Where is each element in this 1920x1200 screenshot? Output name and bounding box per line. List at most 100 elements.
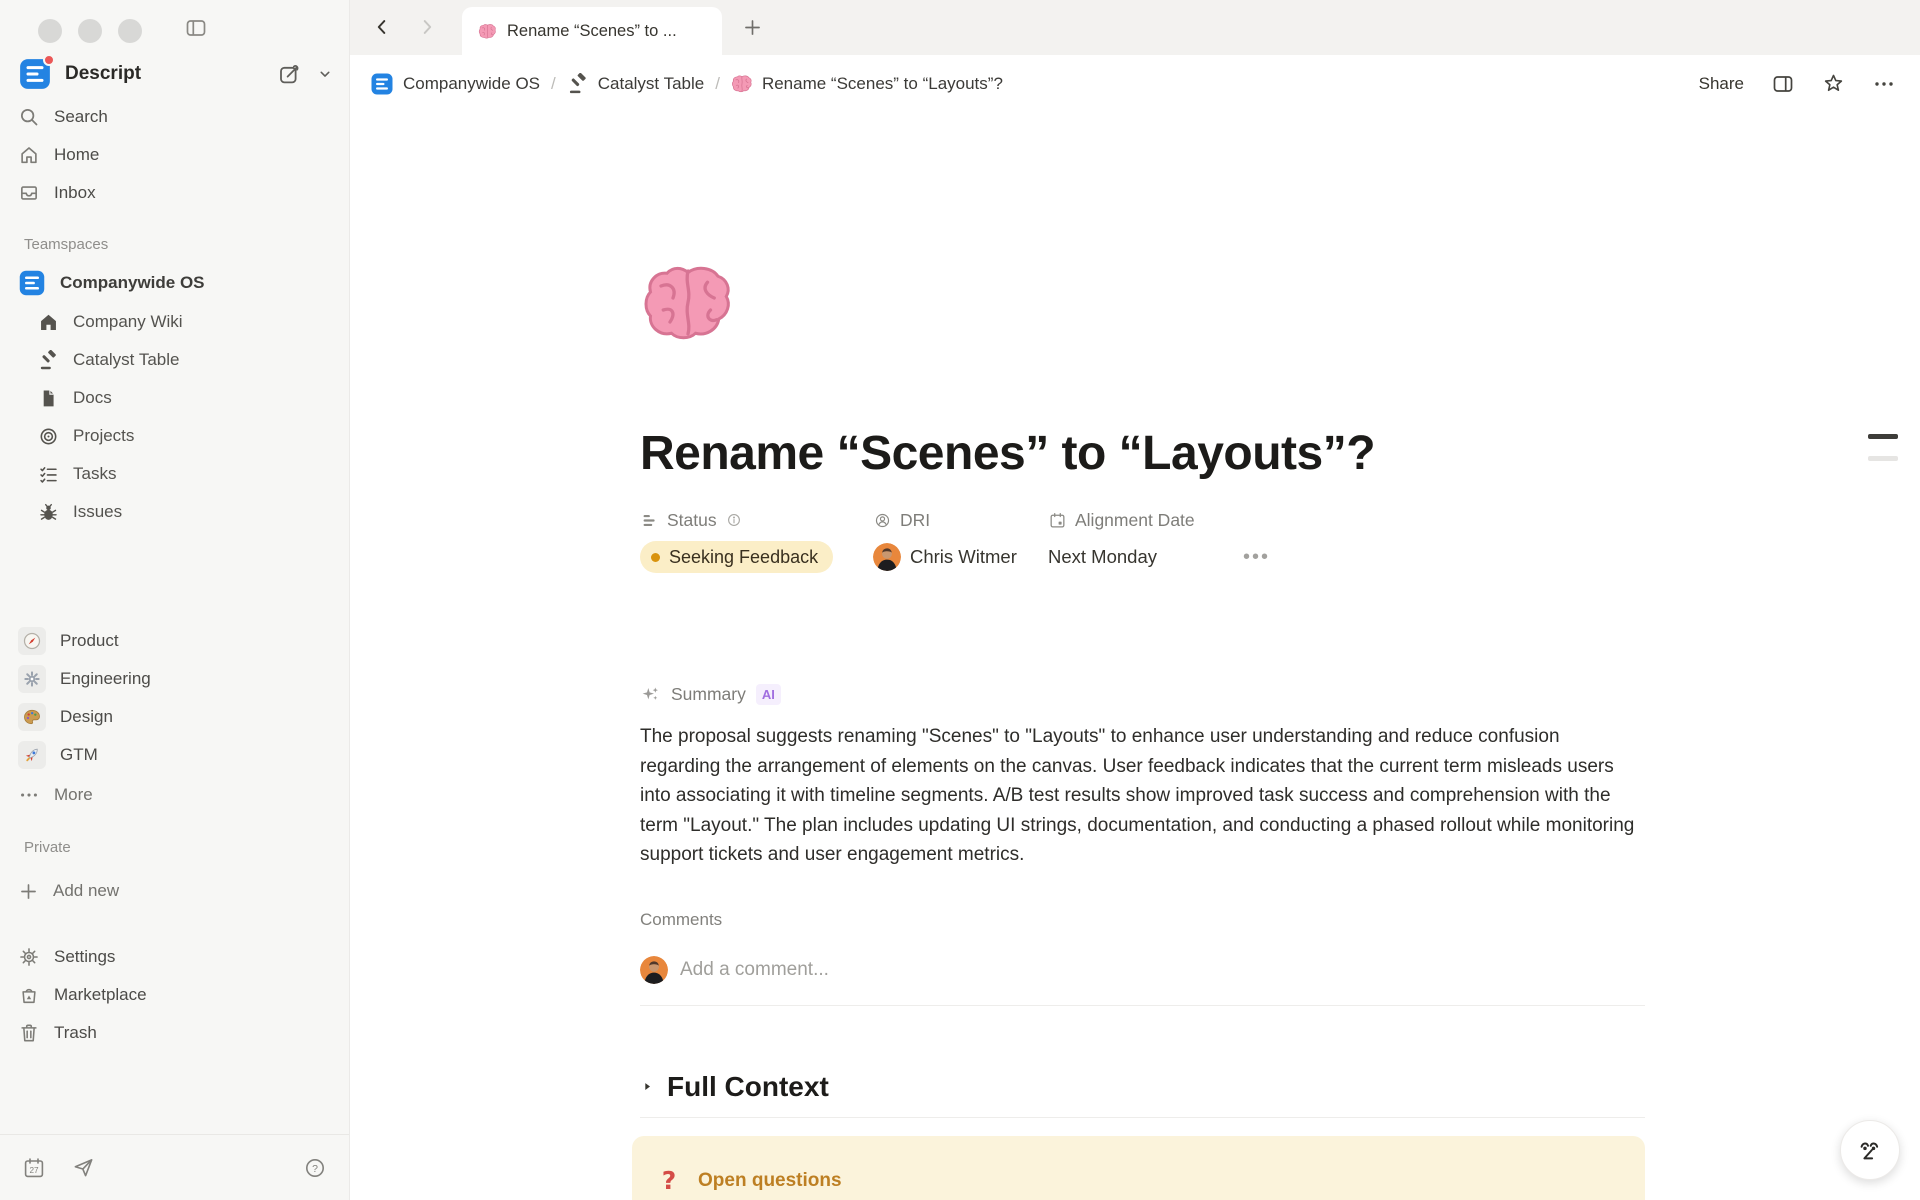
toc-bar[interactable] bbox=[1868, 434, 1898, 439]
comment-input[interactable]: Add a comment... bbox=[640, 952, 1645, 988]
sidebar-item-inbox[interactable]: Inbox bbox=[0, 174, 349, 212]
sidebar-item-label: Projects bbox=[73, 426, 134, 446]
help-icon[interactable] bbox=[303, 1156, 327, 1180]
person-icon bbox=[873, 511, 892, 530]
breadcrumb-separator: / bbox=[550, 74, 557, 94]
bug-icon bbox=[38, 502, 59, 523]
minimize-window-button[interactable] bbox=[78, 19, 102, 43]
sidebar-item-companywide-os[interactable]: Companywide OS bbox=[0, 264, 349, 302]
property-value-status[interactable]: Seeking Feedback bbox=[640, 540, 833, 574]
property-more-button[interactable]: ••• bbox=[1243, 546, 1270, 569]
more-icon[interactable] bbox=[1872, 72, 1896, 96]
workspace-blue-icon bbox=[370, 72, 394, 96]
notion-ai-button[interactable] bbox=[1840, 1120, 1900, 1180]
page-brain-icon[interactable] bbox=[640, 262, 736, 350]
share-button[interactable]: Share bbox=[1699, 74, 1744, 94]
tab-title: Rename “Scenes” to ... bbox=[507, 22, 677, 41]
add-new-button[interactable]: Add new bbox=[0, 872, 349, 910]
summary-text[interactable]: The proposal suggests renaming "Scenes" … bbox=[640, 722, 1645, 870]
sidebar-item-more[interactable]: More bbox=[0, 776, 349, 814]
sidebar-item-projects[interactable]: Projects bbox=[0, 417, 349, 455]
sidebar-item-design[interactable]: Design bbox=[0, 698, 349, 736]
status-dot-icon bbox=[651, 553, 660, 562]
sidebar-item-label: Settings bbox=[54, 947, 115, 967]
document-canvas: Rename “Scenes” to “Layouts”? Status See… bbox=[350, 112, 1920, 1200]
compose-icon[interactable] bbox=[277, 62, 301, 86]
sidebar-item-product[interactable]: Product bbox=[0, 622, 349, 660]
brain-icon bbox=[731, 74, 753, 94]
avatar bbox=[873, 543, 901, 571]
chevron-down-icon[interactable] bbox=[315, 64, 335, 84]
open-questions-callout: ? Open questions • Do we want a “Layout … bbox=[632, 1136, 1645, 1200]
checklist-icon bbox=[38, 464, 59, 485]
sidebar-item-engineering[interactable]: Engineering bbox=[0, 660, 349, 698]
breadcrumb-item-companywide-os[interactable]: Companywide OS bbox=[370, 72, 540, 96]
palette-icon bbox=[18, 703, 46, 731]
sidebar-item-home[interactable]: Home bbox=[0, 136, 349, 174]
breadcrumb: Companywide OS / Catalyst Table / Rename… bbox=[370, 72, 1003, 96]
sidebar-item-company-wiki[interactable]: Company Wiki bbox=[0, 303, 349, 341]
sidebar-item-label: Add new bbox=[53, 881, 119, 901]
sidebar-item-catalyst-table[interactable]: Catalyst Table bbox=[0, 341, 349, 379]
property-value-dri[interactable]: Chris Witmer bbox=[873, 540, 1017, 574]
callout-title[interactable]: Open questions bbox=[698, 1170, 842, 1192]
sidebar-item-gtm[interactable]: GTM bbox=[0, 736, 349, 774]
back-icon[interactable] bbox=[371, 16, 393, 38]
sidebar-item-label: Tasks bbox=[73, 464, 116, 484]
brain-icon bbox=[478, 23, 497, 40]
new-tab-button[interactable] bbox=[742, 17, 763, 38]
gavel-icon bbox=[38, 350, 59, 371]
sidebar-item-label: Search bbox=[54, 107, 108, 127]
page-header: Companywide OS / Catalyst Table / Rename… bbox=[350, 55, 1920, 112]
compass-icon bbox=[18, 627, 46, 655]
sidebar-item-label: Company Wiki bbox=[73, 312, 183, 332]
star-icon[interactable] bbox=[1822, 72, 1845, 95]
sidebar-item-search[interactable]: Search bbox=[0, 98, 349, 136]
target-icon bbox=[38, 426, 59, 447]
sidebar-item-label: Marketplace bbox=[54, 985, 147, 1005]
sidebar-item-label: More bbox=[54, 785, 93, 805]
comments-label: Comments bbox=[640, 910, 1645, 932]
workspace-blue-icon bbox=[18, 269, 46, 297]
sidebar-item-label: Companywide OS bbox=[60, 273, 205, 293]
sidebar-item-docs[interactable]: Docs bbox=[0, 379, 349, 417]
send-icon[interactable] bbox=[72, 1156, 95, 1179]
zoom-window-button[interactable] bbox=[118, 19, 142, 43]
marketplace-icon bbox=[18, 984, 40, 1006]
forward-icon[interactable] bbox=[416, 16, 438, 38]
sidebar-item-issues[interactable]: Issues bbox=[0, 493, 349, 531]
table-of-contents-indicator[interactable] bbox=[1868, 434, 1898, 461]
status-icon bbox=[640, 511, 659, 530]
property-value-alignment-date[interactable]: Next Monday bbox=[1048, 540, 1195, 574]
close-window-button[interactable] bbox=[38, 19, 62, 43]
rocket-icon bbox=[18, 741, 46, 769]
summary-label[interactable]: Summary bbox=[671, 684, 746, 705]
property-label-status[interactable]: Status bbox=[640, 508, 833, 532]
ai-face-icon bbox=[1856, 1136, 1884, 1164]
sidebar-collapse-icon[interactable] bbox=[183, 16, 209, 40]
sidebar-item-settings[interactable]: Settings bbox=[0, 938, 349, 976]
sidebar-item-marketplace[interactable]: Marketplace bbox=[0, 976, 349, 1014]
red-question-icon[interactable]: ? bbox=[658, 1166, 680, 1195]
sidebar: Descript Search Home Inbox Teamspaces Co… bbox=[0, 0, 350, 1200]
property-label-dri[interactable]: DRI bbox=[873, 508, 1017, 532]
calendar-icon[interactable] bbox=[22, 1156, 46, 1180]
gavel-icon bbox=[567, 73, 589, 95]
sidebar-item-trash[interactable]: Trash bbox=[0, 1014, 349, 1052]
workspace-switcher[interactable]: Descript bbox=[18, 52, 335, 96]
active-tab[interactable]: Rename “Scenes” to ... bbox=[462, 7, 722, 55]
breadcrumb-item-current-page[interactable]: Rename “Scenes” to “Layouts”? bbox=[731, 74, 1003, 94]
breadcrumb-item-catalyst-table[interactable]: Catalyst Table bbox=[567, 73, 704, 95]
sidebar-item-label: Home bbox=[54, 145, 99, 165]
page-title[interactable]: Rename “Scenes” to “Layouts”? bbox=[640, 424, 1645, 484]
property-label-alignment-date[interactable]: Alignment Date bbox=[1048, 508, 1195, 532]
panel-right-icon[interactable] bbox=[1771, 72, 1795, 96]
private-section-label: Private bbox=[24, 839, 71, 856]
sidebar-item-label: Issues bbox=[73, 502, 122, 522]
info-icon[interactable] bbox=[725, 511, 743, 529]
sidebar-item-label: Engineering bbox=[60, 669, 151, 689]
toggle-triangle-icon[interactable] bbox=[640, 1079, 655, 1094]
full-context-toggle[interactable]: Full Context bbox=[640, 1066, 1645, 1108]
toc-bar[interactable] bbox=[1868, 456, 1898, 461]
sidebar-item-tasks[interactable]: Tasks bbox=[0, 455, 349, 493]
